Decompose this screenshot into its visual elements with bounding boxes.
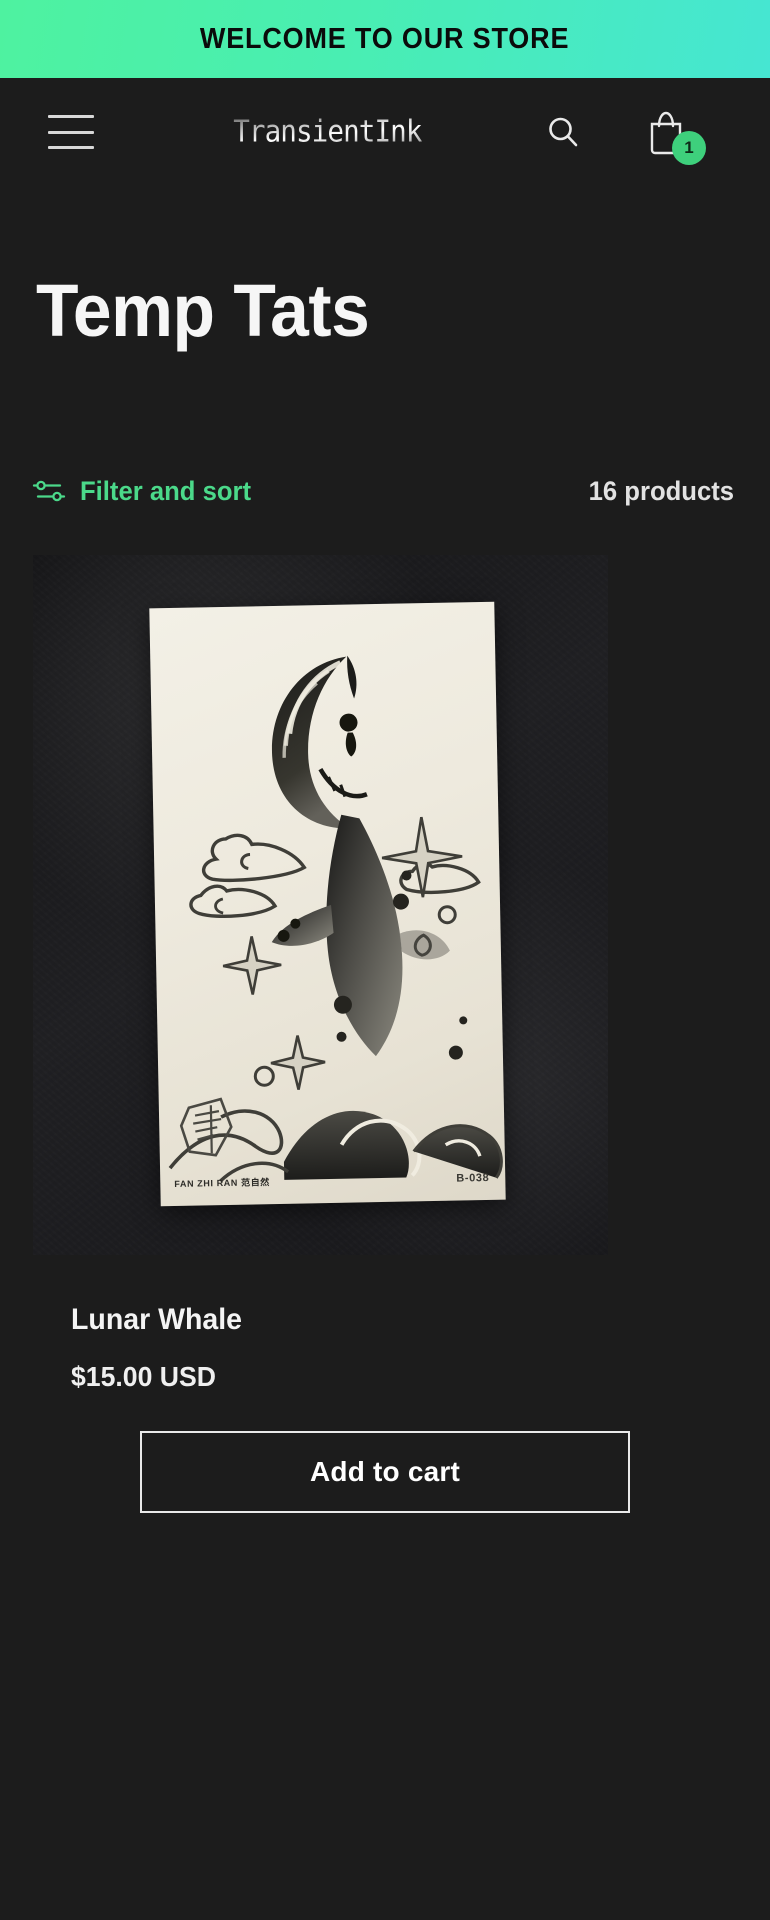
- shopping-bag-icon[interactable]: 1: [640, 105, 706, 165]
- collection-toolbar: Filter and sort 16 products: [0, 470, 770, 512]
- cart-count-badge: 1: [672, 131, 706, 165]
- site-header: TransientInk 1: [0, 78, 770, 186]
- product-title[interactable]: Lunar Whale: [71, 1303, 704, 1337]
- announcement-bar: WELCOME TO OUR STORE: [0, 0, 770, 78]
- brand-logo[interactable]: TransientInk: [233, 115, 422, 150]
- search-icon[interactable]: [540, 109, 586, 155]
- storefront-page: WELCOME TO OUR STORE TransientInk 1 Temp: [0, 0, 770, 1920]
- announcement-text: WELCOME TO OUR STORE: [200, 22, 570, 55]
- menu-bar-1: [48, 115, 94, 118]
- product-price: $15.00 USD: [71, 1361, 216, 1392]
- filter-and-sort-label: Filter and sort: [80, 475, 252, 506]
- product-card: FAN ZHI RAN 范自然 B-038 Lunar Whale $15.00…: [0, 555, 770, 1513]
- tattoo-artwork: [168, 655, 503, 1183]
- filter-and-sort-button[interactable]: Filter and sort: [32, 476, 260, 507]
- product-count: 16 products: [588, 475, 734, 506]
- sliders-icon: [32, 480, 66, 502]
- tattoo-sheet: FAN ZHI RAN 范自然 B-038: [149, 601, 506, 1207]
- add-to-cart-button[interactable]: Add to cart: [140, 1431, 630, 1513]
- page-title: Temp Tats: [36, 269, 370, 352]
- menu-bar-2: [48, 130, 94, 134]
- tattoo-sheet-code: B-038: [456, 1171, 490, 1185]
- tattoo-sheet-credit: FAN ZHI RAN 范自然: [174, 1177, 270, 1189]
- hamburger-menu-icon[interactable]: [48, 115, 94, 149]
- product-image[interactable]: FAN ZHI RAN 范自然 B-038: [33, 555, 608, 1255]
- menu-bar-3: [48, 146, 94, 149]
